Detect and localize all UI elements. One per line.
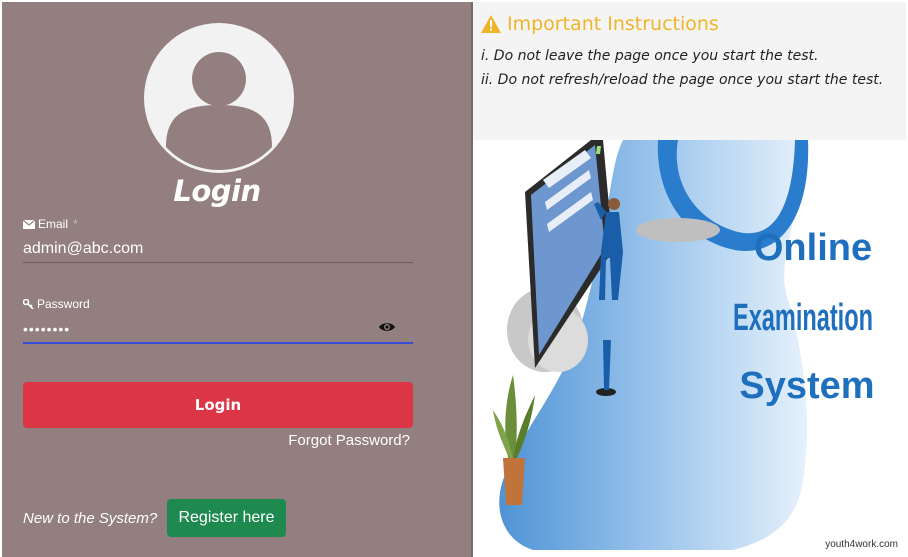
password-label: Password [23,297,90,311]
email-field[interactable] [23,236,413,263]
password-label-text: Password [37,297,90,311]
eye-icon[interactable] [378,320,396,334]
illustration-heading-line: System [739,365,874,407]
forgot-password-link[interactable]: Forgot Password? [288,432,410,449]
instructions-title: Important Instructions [507,13,719,35]
required-marker: * [73,217,78,231]
illustration-heading-line: Examination [733,297,873,339]
register-button[interactable]: Register here [167,499,286,537]
email-label-text: Email [38,217,69,231]
user-avatar-icon [144,23,294,173]
info-panel: Important Instructions i. Do not leave t… [473,0,908,557]
instructions-box: Important Instructions i. Do not leave t… [473,2,906,140]
instructions-heading: Important Instructions [481,13,719,35]
email-label: Email * [23,217,78,231]
key-icon [23,299,34,309]
illustration-heading-line: Online [754,227,872,269]
login-button[interactable]: Login [23,382,413,428]
watermark: youth4work.com [823,539,900,550]
instruction-item: i. Do not leave the page once you start … [481,48,819,64]
login-panel: Login Email * Password Login Forgot Pass… [2,2,473,557]
warning-icon [481,15,501,33]
online-exam-illustration: Online Examination System [473,140,908,557]
instruction-item: ii. Do not refresh/reload the page once … [481,72,884,88]
envelope-icon [23,219,35,229]
password-field[interactable] [23,316,413,344]
login-title: Login [173,174,261,208]
new-to-system-text: New to the System? [23,510,158,527]
